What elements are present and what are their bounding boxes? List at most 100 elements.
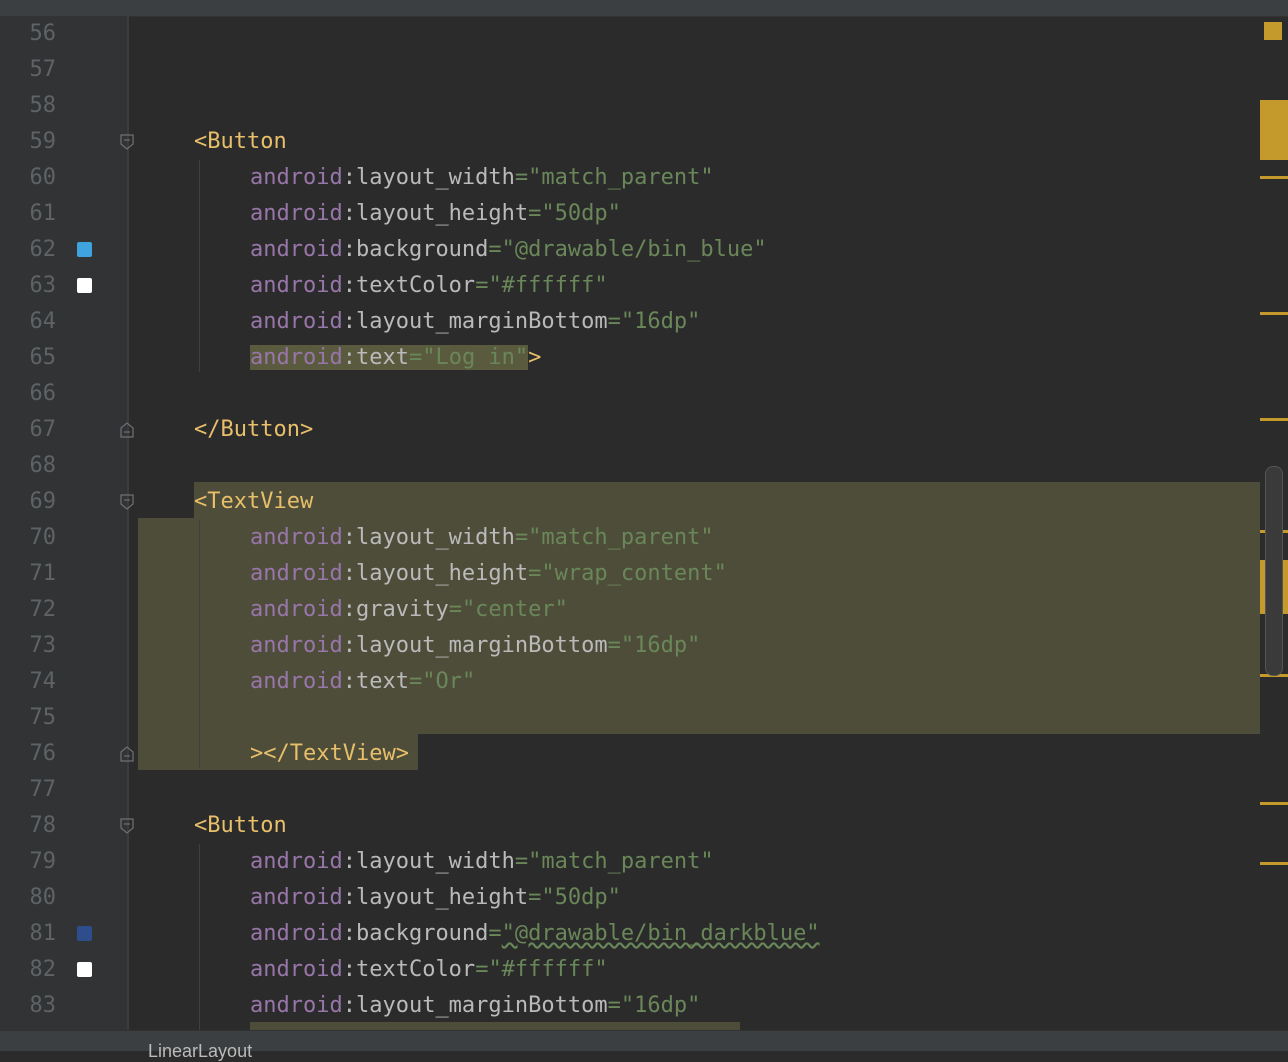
code-line[interactable]: android:layout_height="wrap_content": [250, 556, 727, 592]
code-line[interactable]: ></TextView>: [250, 736, 409, 772]
xml-attribute: text: [355, 669, 409, 694]
xml-attribute: layout_marginBottom: [355, 993, 608, 1018]
xml-value: "50dp": [541, 201, 621, 226]
code-line[interactable]: android:textColor="#ffffff": [250, 952, 608, 988]
xml-value: "match_parent": [528, 165, 714, 190]
xml-namespace: android: [250, 921, 343, 946]
xml-namespace: android: [250, 201, 343, 226]
scroll-marker[interactable]: [1260, 100, 1288, 160]
line-number: 79: [29, 849, 57, 874]
fold-collapse-icon[interactable]: [120, 134, 134, 150]
line-number: 80: [29, 885, 57, 910]
equals-sign: =: [528, 201, 542, 226]
equals-sign: =: [514, 165, 529, 190]
line-number: 64: [29, 309, 57, 334]
xml-value: "#ffffff": [488, 957, 608, 982]
xml-value: "16dp": [620, 993, 701, 1018]
colon: :: [342, 957, 356, 982]
fold-end-icon[interactable]: [120, 746, 134, 762]
code-line[interactable]: android:background="@drawable/bin_darkbl…: [250, 916, 820, 952]
colon: :: [342, 669, 356, 694]
gutter-separator: [127, 16, 129, 1030]
colon: :: [342, 921, 356, 946]
code-line[interactable]: android:textColor="#ffffff": [250, 268, 608, 304]
code-line[interactable]: android:background="@drawable/bin_blue": [250, 232, 767, 268]
color-swatch-icon[interactable]: [77, 926, 92, 941]
selection-highlight: [194, 482, 1260, 518]
fold-end-icon[interactable]: [120, 422, 134, 438]
xml-attribute: layout_height: [355, 201, 529, 226]
code-line[interactable]: android:gravity="center": [250, 592, 568, 628]
equals-sign: =: [514, 849, 529, 874]
code-line[interactable]: android:text="Or": [250, 664, 475, 700]
xml-attribute: layout_width: [355, 849, 515, 874]
line-number: 65: [29, 345, 57, 370]
xml-tag: ></TextView>: [250, 741, 409, 766]
line-number: 77: [29, 777, 57, 802]
xml-value: "Or": [422, 669, 476, 694]
colon: :: [342, 165, 356, 190]
code-line[interactable]: </Button>: [194, 412, 313, 448]
line-number: 71: [29, 561, 57, 586]
xml-attribute: layout_height: [355, 561, 529, 586]
scroll-marker[interactable]: [1260, 176, 1288, 179]
line-number: 66: [29, 381, 57, 406]
line-number: 56: [29, 21, 57, 46]
xml-namespace: android: [250, 669, 343, 694]
xml-attribute: textColor: [355, 957, 476, 982]
xml-tag: </Button>: [194, 417, 314, 442]
vertical-scrollbar-thumb[interactable]: [1265, 466, 1283, 676]
xml-attribute: gravity: [355, 597, 449, 622]
xml-attribute: background: [355, 921, 489, 946]
xml-namespace: android: [250, 237, 343, 262]
scroll-marker[interactable]: [1260, 312, 1288, 315]
scroll-marker[interactable]: [1260, 802, 1288, 805]
code-line[interactable]: <TextView: [194, 484, 313, 520]
indent-guide: [199, 844, 200, 1030]
code-line[interactable]: android:layout_width="match_parent": [250, 160, 714, 196]
line-number: 76: [29, 741, 57, 766]
code-line[interactable]: android:layout_height="50dp": [250, 196, 621, 232]
xml-value: "@drawable/bin_blue": [501, 237, 767, 262]
xml-namespace: android: [250, 597, 343, 622]
code-line[interactable]: android:layout_height="50dp": [250, 880, 621, 916]
xml-value: "#ffffff": [488, 273, 608, 298]
colon: :: [342, 993, 356, 1018]
scroll-marker[interactable]: [1264, 22, 1282, 40]
xml-namespace: android: [250, 345, 343, 370]
line-number: 72: [29, 597, 57, 622]
xml-attribute: layout_width: [355, 165, 515, 190]
colon: :: [342, 237, 356, 262]
colon: :: [342, 273, 356, 298]
code-line[interactable]: android:layout_marginBottom="16dp": [250, 304, 700, 340]
xml-namespace: android: [250, 633, 343, 658]
code-line[interactable]: <Button: [194, 808, 287, 844]
code-line[interactable]: android:layout_width="match_parent": [250, 844, 714, 880]
scroll-marker[interactable]: [1260, 862, 1288, 865]
breadcrumb-item[interactable]: LinearLayout: [148, 1041, 252, 1062]
fold-collapse-icon[interactable]: [120, 494, 134, 510]
colon: :: [342, 201, 356, 226]
code-line[interactable]: <Button: [194, 124, 287, 160]
scroll-marker[interactable]: [1260, 418, 1288, 421]
color-swatch-icon[interactable]: [77, 962, 92, 977]
code-line[interactable]: android:text="Log in">: [250, 340, 541, 376]
colon: :: [342, 345, 356, 370]
xml-namespace: android: [250, 561, 343, 586]
line-number: 82: [29, 957, 57, 982]
xml-attribute: layout_width: [355, 525, 515, 550]
color-swatch-icon[interactable]: [77, 278, 92, 293]
xml-attribute: textColor: [355, 273, 476, 298]
line-number: 67: [29, 417, 57, 442]
xml-attribute: layout_height: [355, 885, 529, 910]
xml-namespace: android: [250, 885, 343, 910]
code-line[interactable]: android:layout_width="match_parent": [250, 520, 714, 556]
code-line[interactable]: android:layout_marginBottom="16dp": [250, 988, 700, 1024]
xml-namespace: android: [250, 525, 343, 550]
xml-value: "Log in": [422, 345, 529, 370]
xml-value: "wrap_content": [541, 561, 727, 586]
color-swatch-icon[interactable]: [77, 242, 92, 257]
fold-collapse-icon[interactable]: [120, 818, 134, 834]
equals-sign: =: [514, 525, 529, 550]
code-line[interactable]: android:layout_marginBottom="16dp": [250, 628, 700, 664]
